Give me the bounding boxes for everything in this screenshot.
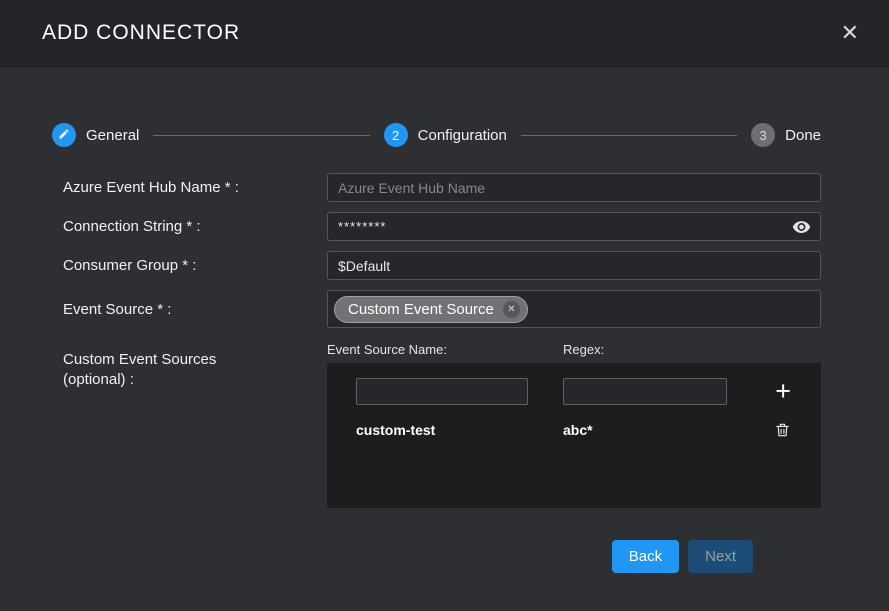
step1-label: General [86,127,139,144]
pencil-icon [58,128,70,143]
event-source-name-input[interactable] [356,378,528,405]
connection-string-label: Connection String * : [63,218,327,235]
custom-source-regex-value: abc* [563,422,727,438]
azure-event-hub-name-row: Azure Event Hub Name * : [63,173,821,202]
custom-source-table-row: custom-test abc* [356,421,791,439]
remove-chip-icon[interactable]: ✕ [503,301,520,318]
custom-source-entry-row: + [356,378,791,405]
eye-icon[interactable] [792,217,811,236]
event-source-chip: Custom Event Source ✕ [334,296,528,323]
custom-sources-panel: + custom-test abc* [327,363,821,508]
regex-column-header: Regex: [563,342,604,357]
custom-event-sources-section: Event Source Name: Regex: + [327,342,821,508]
stepper-line [521,135,737,136]
trash-icon[interactable] [774,421,791,439]
step3-indicator: 3 [751,123,775,147]
step1-indicator [52,123,76,147]
step3-label: Done [785,127,821,144]
custom-source-name-value: custom-test [356,422,528,438]
event-source-row: Event Source * : Custom Event Source ✕ [63,290,821,328]
custom-sources-headers: Event Source Name: Regex: [327,342,821,357]
connection-string-row: Connection String * : [63,212,821,241]
consumer-group-label: Consumer Group * : [63,257,327,274]
connection-string-input[interactable] [327,212,821,241]
connection-string-field [327,212,821,241]
custom-event-sources-label: Custom Event Sources (optional) : [63,342,253,391]
back-button[interactable]: Back [612,540,679,573]
consumer-group-row: Consumer Group * : [63,251,821,280]
step2-label: Configuration [418,127,507,144]
name-column-header: Event Source Name: [327,342,563,357]
dialog-header: ADD CONNECTOR ✕ [0,0,889,67]
connector-form: Azure Event Hub Name * : Connection Stri… [0,147,889,573]
azure-event-hub-name-input[interactable] [327,173,821,202]
regex-input[interactable] [563,378,727,405]
dialog-footer: Back Next [63,518,821,573]
close-icon[interactable]: ✕ [841,22,859,44]
custom-event-sources-row: Custom Event Sources (optional) : Event … [63,342,821,508]
add-connector-dialog: ADD CONNECTOR ✕ General 2 Configuration … [0,0,889,611]
event-source-chip-label: Custom Event Source [348,301,494,318]
event-source-input[interactable]: Custom Event Source ✕ [327,290,821,328]
step2-indicator: 2 [384,123,408,147]
stepper-line [153,135,369,136]
add-row-icon[interactable]: + [775,378,791,405]
dialog-title: ADD CONNECTOR [42,21,240,45]
consumer-group-input[interactable] [327,251,821,280]
next-button[interactable]: Next [688,540,753,573]
event-source-label: Event Source * : [63,301,327,318]
azure-event-hub-name-label: Azure Event Hub Name * : [63,179,327,196]
step-general[interactable]: General [52,123,139,147]
step-done: 3 Done [751,123,821,147]
step-configuration[interactable]: 2 Configuration [384,123,507,147]
stepper: General 2 Configuration 3 Done [52,123,821,147]
